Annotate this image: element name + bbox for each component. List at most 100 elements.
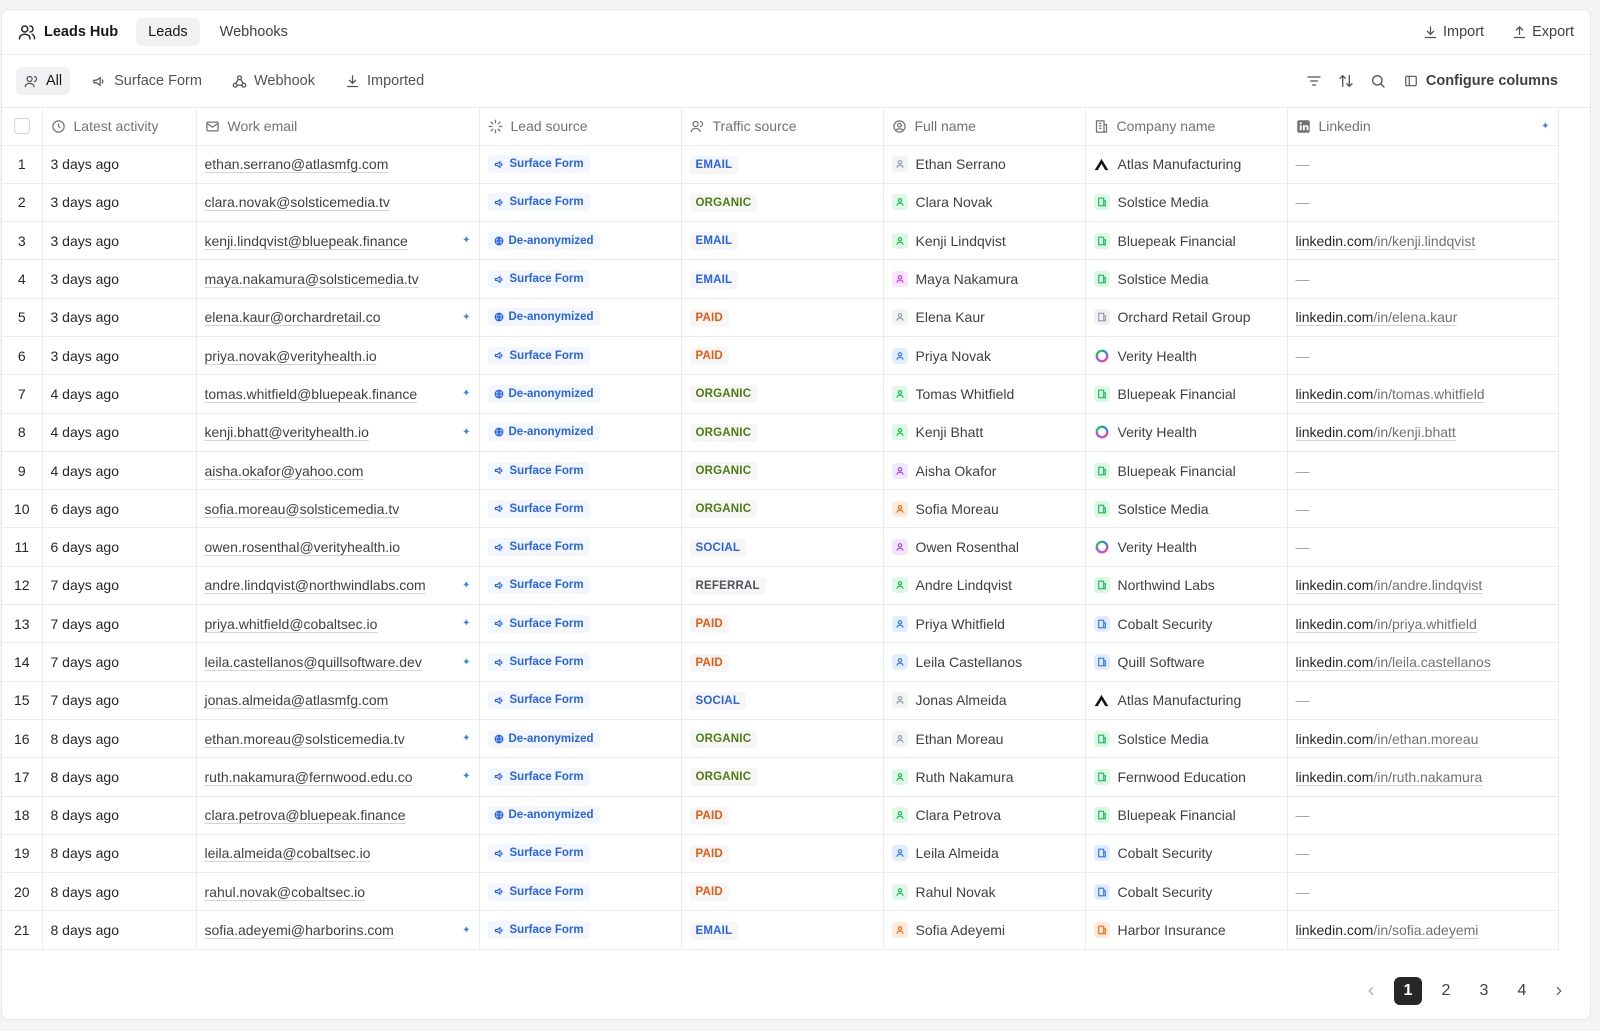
table-row[interactable]: 13 7 days ago priya.whitfield@cobaltsec.… [2,604,1559,644]
table-row[interactable]: 12 7 days ago andre.lindqvist@northwindl… [2,566,1559,606]
company-name-cell[interactable]: Bluepeak Financial [1085,451,1288,491]
table-row[interactable]: 14 7 days ago leila.castellanos@quillsof… [2,642,1559,682]
company-name-cell[interactable]: Solstice Media [1085,183,1288,223]
table-row[interactable]: 21 8 days ago sofia.adeyemi@harborins.co… [2,910,1559,950]
linkedin-link[interactable]: linkedin.com/in/andre.lindqvist [1296,577,1483,593]
linkedin-link[interactable]: linkedin.com/in/leila.castellanos [1296,654,1491,670]
export-button[interactable]: Export [1512,24,1574,40]
work-email[interactable]: ruth.nakamura@fernwood.edu.co [205,769,413,785]
linkedin-cell[interactable]: linkedin.com/in/tomas.whitfield [1287,374,1559,414]
linkedin-link[interactable]: linkedin.com/in/ethan.moreau [1296,731,1479,747]
work-email-cell[interactable]: leila.castellanos@quillsoftware.dev ✦ [196,642,480,682]
page-button-2[interactable]: 2 [1432,977,1460,1005]
table-row[interactable]: 16 8 days ago ethan.moreau@solsticemedia… [2,719,1559,759]
linkedin-link[interactable]: linkedin.com/in/elena.kaur [1296,309,1458,325]
full-name-cell[interactable]: Clara Petrova [883,796,1086,835]
work-email-cell[interactable]: maya.nakamura@solsticemedia.tv [196,259,480,299]
work-email[interactable]: ethan.moreau@solsticemedia.tv [205,731,405,747]
company-name-cell[interactable]: Bluepeak Financial [1085,374,1288,414]
full-name-cell[interactable]: Kenji Lindqvist [883,221,1086,261]
linkedin-cell[interactable]: — [1287,259,1559,299]
linkedin-cell[interactable]: linkedin.com/in/kenji.bhatt [1287,413,1559,452]
table-row[interactable]: 1 3 days ago ethan.serrano@atlasmfg.com … [2,145,1559,184]
column-header-latest-activity[interactable]: Latest activity [42,108,197,146]
work-email[interactable]: priya.whitfield@cobaltsec.io [205,616,378,632]
table-row[interactable]: 11 6 days ago owen.rosenthal@verityhealt… [2,527,1559,567]
column-header-traffic-source[interactable]: Traffic source [681,108,884,146]
full-name-cell[interactable]: Andre Lindqvist [883,566,1086,606]
full-name-cell[interactable]: Aisha Okafor [883,451,1086,491]
search-icon[interactable] [1370,73,1386,89]
work-email-cell[interactable]: kenji.lindqvist@bluepeak.finance ✦ [196,221,480,261]
full-name-cell[interactable]: Sofia Moreau [883,489,1086,529]
tab-leads[interactable]: Leads [136,18,200,46]
full-name-cell[interactable]: Ethan Serrano [883,145,1086,184]
full-name-cell[interactable]: Clara Novak [883,183,1086,223]
table-row[interactable]: 5 3 days ago elena.kaur@orchardretail.co… [2,298,1559,337]
work-email[interactable]: elena.kaur@orchardretail.co [205,309,381,325]
linkedin-cell[interactable]: linkedin.com/in/ethan.moreau [1287,719,1559,759]
table-row[interactable]: 7 4 days ago tomas.whitfield@bluepeak.fi… [2,374,1559,414]
full-name-cell[interactable]: Kenji Bhatt [883,413,1086,452]
table-row[interactable]: 8 4 days ago kenji.bhatt@verityhealth.io… [2,413,1559,452]
work-email[interactable]: clara.petrova@bluepeak.finance [205,807,406,823]
linkedin-link[interactable]: linkedin.com/in/kenji.bhatt [1296,424,1456,440]
linkedin-cell[interactable]: — [1287,451,1559,491]
full-name-cell[interactable]: Ruth Nakamura [883,757,1086,797]
company-name-cell[interactable]: Fernwood Education [1085,757,1288,797]
work-email-cell[interactable]: owen.rosenthal@verityhealth.io [196,527,480,567]
company-name-cell[interactable]: Atlas Manufacturing [1085,681,1288,720]
work-email-cell[interactable]: ethan.serrano@atlasmfg.com [196,145,480,184]
full-name-cell[interactable]: Tomas Whitfield [883,374,1086,414]
full-name-cell[interactable]: Owen Rosenthal [883,527,1086,567]
linkedin-cell[interactable]: linkedin.com/in/sofia.adeyemi [1287,910,1559,950]
company-name-cell[interactable]: Quill Software [1085,642,1288,682]
linkedin-cell[interactable]: linkedin.com/in/elena.kaur [1287,298,1559,337]
company-name-cell[interactable]: Verity Health [1085,527,1288,567]
company-name-cell[interactable]: Bluepeak Financial [1085,221,1288,261]
full-name-cell[interactable]: Elena Kaur [883,298,1086,337]
linkedin-cell[interactable]: — [1287,834,1559,874]
linkedin-cell[interactable]: linkedin.com/in/leila.castellanos [1287,642,1559,682]
company-name-cell[interactable]: Harbor Insurance [1085,910,1288,950]
filter-imported[interactable]: Imported [337,67,432,95]
linkedin-cell[interactable]: — [1287,681,1559,720]
linkedin-link[interactable]: linkedin.com/in/kenji.lindqvist [1296,233,1476,249]
company-name-cell[interactable]: Solstice Media [1085,259,1288,299]
company-name-cell[interactable]: Cobalt Security [1085,604,1288,644]
work-email[interactable]: ethan.serrano@atlasmfg.com [205,156,389,172]
linkedin-cell[interactable]: — [1287,145,1559,184]
company-name-cell[interactable]: Verity Health [1085,413,1288,452]
linkedin-cell[interactable]: linkedin.com/in/andre.lindqvist [1287,566,1559,606]
table-row[interactable]: 17 8 days ago ruth.nakamura@fernwood.edu… [2,757,1559,797]
table-row[interactable]: 18 8 days ago clara.petrova@bluepeak.fin… [2,796,1559,835]
sort-icon[interactable] [1338,73,1354,89]
filter-webhook[interactable]: Webhook [224,67,323,95]
linkedin-cell[interactable]: linkedin.com/in/ruth.nakamura [1287,757,1559,797]
full-name-cell[interactable]: Rahul Novak [883,872,1086,912]
full-name-cell[interactable]: Priya Novak [883,336,1086,376]
work-email[interactable]: kenji.lindqvist@bluepeak.finance [205,233,408,249]
table-row[interactable]: 15 7 days ago jonas.almeida@atlasmfg.com… [2,681,1559,720]
work-email[interactable]: tomas.whitfield@bluepeak.finance [205,386,418,402]
column-header-company-name[interactable]: Company name [1085,108,1288,146]
configure-columns-button[interactable]: Configure columns [1404,73,1558,89]
work-email[interactable]: clara.novak@solsticemedia.tv [205,194,390,210]
work-email[interactable]: aisha.okafor@yahoo.com [205,463,364,479]
linkedin-cell[interactable]: linkedin.com/in/priya.whitfield [1287,604,1559,644]
tab-webhooks[interactable]: Webhooks [208,18,300,46]
page-button-3[interactable]: 3 [1470,977,1498,1005]
linkedin-cell[interactable]: — [1287,336,1559,376]
work-email-cell[interactable]: rahul.novak@cobaltsec.io [196,872,480,912]
filter-surface-form[interactable]: Surface Form [84,67,210,95]
table-row[interactable]: 9 4 days ago aisha.okafor@yahoo.com Surf… [2,451,1559,491]
full-name-cell[interactable]: Leila Castellanos [883,642,1086,682]
work-email[interactable]: priya.novak@verityhealth.io [205,348,377,364]
full-name-cell[interactable]: Maya Nakamura [883,259,1086,299]
linkedin-cell[interactable]: — [1287,489,1559,529]
table-row[interactable]: 4 3 days ago maya.nakamura@solsticemedia… [2,259,1559,299]
linkedin-link[interactable]: linkedin.com/in/sofia.adeyemi [1296,922,1479,938]
work-email-cell[interactable]: andre.lindqvist@northwindlabs.com ✦ [196,566,480,606]
prev-page-icon[interactable] [1358,977,1384,1005]
work-email[interactable]: sofia.adeyemi@harborins.com [205,922,394,938]
